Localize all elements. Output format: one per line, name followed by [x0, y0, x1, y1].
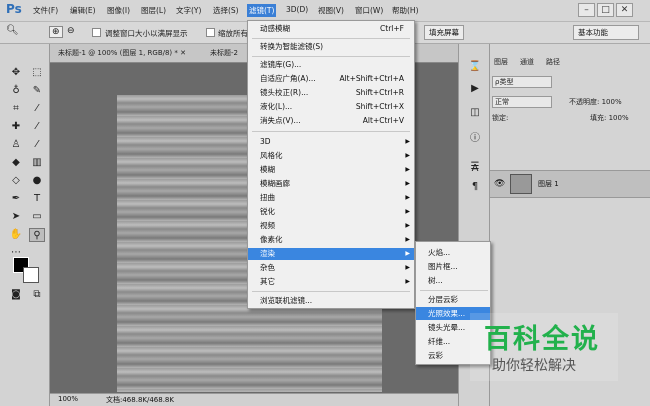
history-panel-icon[interactable]: ⌛ [467, 60, 483, 74]
render-item-tree[interactable]: 树... [416, 274, 490, 287]
toolbox: ✥ ⬚ ♁ ✎ ⌗ ⁄ ✚ ⁄ ♙ ⁄ ◆ ▥ ◇ ● ✒ T ➤ ▭ ✋ ⚲ … [0, 44, 50, 406]
eye-icon[interactable]: 👁︎ [494, 179, 505, 189]
adjustments-panel-icon[interactable]: ◫ [467, 106, 483, 120]
menu-select[interactable]: 选择(S) [213, 5, 239, 16]
doc-size: 文档:468.8K/468.8K [106, 396, 174, 404]
fill-screen-button[interactable]: 填充屏幕 [424, 25, 464, 40]
render-item-picture-frame[interactable]: 图片框... [416, 260, 490, 273]
tab-channels[interactable]: 通道 [520, 57, 534, 67]
layer-row[interactable]: 👁︎ 图层 1 [490, 170, 650, 198]
filter-item-gallery[interactable]: 滤镜库(G)... [248, 59, 414, 71]
minimize-button[interactable]: – [578, 3, 595, 17]
menu-help[interactable]: 帮助(H) [392, 5, 419, 16]
clone-stamp-icon[interactable]: ♙ [8, 138, 24, 152]
menu-file[interactable]: 文件(F) [33, 5, 58, 16]
pen-tool-icon[interactable]: ✒ [8, 192, 24, 206]
zoom-tool-icon[interactable]: 🔍︎ [6, 25, 19, 36]
crop-tool-icon[interactable]: ⌗ [8, 102, 24, 116]
menu-3d[interactable]: 3D(D) [286, 5, 308, 14]
render-item-flame[interactable]: 火焰... [416, 246, 490, 259]
info-panel-icon[interactable]: ⓘ [467, 132, 483, 146]
path-select-icon[interactable]: ➤ [8, 210, 24, 224]
filter-item-vanishing-point[interactable]: 消失点(V)... Alt+Ctrl+V [248, 115, 414, 127]
filter-item-blur-gallery[interactable]: 模糊画廊 ▶ [248, 178, 414, 190]
quick-mask-icon[interactable]: ◙ [8, 288, 24, 302]
watermark-subtitle: 助你轻松解决 [492, 358, 576, 374]
gradient-icon[interactable]: ▥ [29, 156, 45, 170]
filter-item-smart-filters[interactable]: 转换为智能滤镜(S) [248, 41, 414, 53]
move-tool-icon[interactable]: ✥ [8, 66, 24, 80]
photoshop-logo: Ps [6, 2, 22, 16]
shape-tool-icon[interactable]: ▭ [29, 210, 45, 224]
opacity-field[interactable]: 不透明度: 100% [569, 97, 649, 107]
filter-menu: 动感模糊 Ctrl+F 转换为智能滤镜(S) 滤镜库(G)... 自适应广角(A)… [247, 20, 415, 309]
render-item-difference-clouds[interactable]: 分层云彩 [416, 293, 490, 306]
fill-field[interactable]: 填充: 100% [590, 113, 648, 123]
blend-mode-select[interactable]: 正常 [492, 96, 552, 108]
paragraph-panel-icon[interactable]: ¶ [467, 180, 483, 194]
history-brush-icon[interactable]: ⁄ [29, 138, 45, 152]
zoom-all-label: 缩放所有 [218, 29, 248, 38]
menu-window[interactable]: 窗口(W) [355, 5, 383, 16]
zoom-all-checkbox[interactable] [206, 28, 215, 37]
layer-name[interactable]: 图层 1 [538, 179, 559, 189]
lasso-tool-icon[interactable]: ♁ [8, 84, 24, 98]
filter-item-liquify[interactable]: 液化(L)... Shift+Ctrl+X [248, 101, 414, 113]
zoom-tool-icon[interactable]: ⚲ [29, 228, 45, 242]
layer-kind-filter[interactable]: ρ类型 [492, 76, 552, 88]
blur-tool-icon[interactable]: ◇ [8, 174, 24, 188]
filter-item-adaptive-wide[interactable]: 自适应广角(A)... Alt+Shift+Ctrl+A [248, 73, 414, 85]
healing-brush-icon[interactable]: ✚ [8, 120, 24, 134]
fit-window-checkbox[interactable] [92, 28, 101, 37]
background-color-swatch[interactable] [23, 267, 39, 283]
tab-layers[interactable]: 图层 [494, 57, 508, 67]
tab-paths[interactable]: 路径 [546, 57, 560, 67]
zoom-in-icon[interactable]: ⊕ [49, 26, 63, 38]
quick-select-icon[interactable]: ✎ [29, 84, 45, 98]
actions-panel-icon[interactable]: ▶ [467, 82, 483, 96]
menu-image[interactable]: 图像(I) [107, 5, 130, 16]
eraser-icon[interactable]: ◆ [8, 156, 24, 170]
hand-tool-icon[interactable]: ✋ [8, 228, 24, 242]
fit-window-label: 调整窗口大小以满屏显示 [105, 29, 188, 38]
filter-item-video[interactable]: 视频 ▶ [248, 220, 414, 232]
status-bar: 100% 文档:468.8K/468.8K [50, 393, 458, 406]
screen-mode-icon[interactable]: ⧉ [29, 288, 45, 302]
filter-item-noise[interactable]: 杂色 ▶ [248, 262, 414, 274]
filter-item-render[interactable]: 渲染 ▶ [248, 248, 414, 260]
filter-item-blur[interactable]: 模糊 ▶ [248, 164, 414, 176]
filter-item-pixelate[interactable]: 像素化 ▶ [248, 234, 414, 246]
type-tool-icon[interactable]: T [29, 192, 45, 206]
filter-item-other[interactable]: 其它 ▶ [248, 276, 414, 288]
filter-item-3d[interactable]: 3D ▶ [248, 136, 414, 148]
tab-untitled-2[interactable]: 未标题-2 [210, 48, 238, 58]
menu-view[interactable]: 视图(V) [318, 5, 344, 16]
eyedropper-icon[interactable]: ⁄ [29, 102, 45, 116]
filter-item-distort[interactable]: 扭曲 ▶ [248, 192, 414, 204]
watermark-title: 百科全说 [484, 324, 600, 355]
close-button[interactable]: ✕ [616, 3, 633, 17]
character-panel-icon[interactable]: A [467, 162, 483, 176]
watermark: 百科全说 助你轻松解决 [470, 313, 618, 381]
marquee-tool-icon[interactable]: ⬚ [29, 66, 45, 80]
menu-filter[interactable]: 滤镜(T) [247, 4, 277, 17]
zoom-out-icon[interactable]: ⊖ [67, 26, 75, 36]
menu-layer[interactable]: 图层(L) [141, 5, 166, 16]
brush-tool-icon[interactable]: ⁄ [29, 120, 45, 134]
tab-untitled-1[interactable]: 未标题-1 @ 100% (图层 1, RGB/8) * ✕ [58, 48, 186, 58]
filter-item-lens-correction[interactable]: 镜头校正(R)... Shift+Ctrl+R [248, 87, 414, 99]
filter-item-stylize[interactable]: 风格化 ▶ [248, 150, 414, 162]
zoom-level[interactable]: 100% [58, 395, 78, 403]
menu-type[interactable]: 文字(Y) [176, 5, 201, 16]
filter-item-motion-blur[interactable]: 动感模糊 Ctrl+F [248, 23, 414, 35]
dodge-tool-icon[interactable]: ● [29, 174, 45, 188]
layer-thumbnail [510, 174, 532, 194]
filter-item-sharpen[interactable]: 锐化 ▶ [248, 206, 414, 218]
menu-bar: Ps 文件(F) 编辑(E) 图像(I) 图层(L) 文字(Y) 选择(S) 滤… [0, 0, 650, 22]
workspace-select[interactable]: 基本功能 [573, 25, 639, 40]
maximize-button[interactable]: □ [597, 3, 614, 17]
filter-item-browse-online[interactable]: 浏览联机滤镜... [248, 295, 414, 307]
menu-edit[interactable]: 编辑(E) [70, 5, 96, 16]
